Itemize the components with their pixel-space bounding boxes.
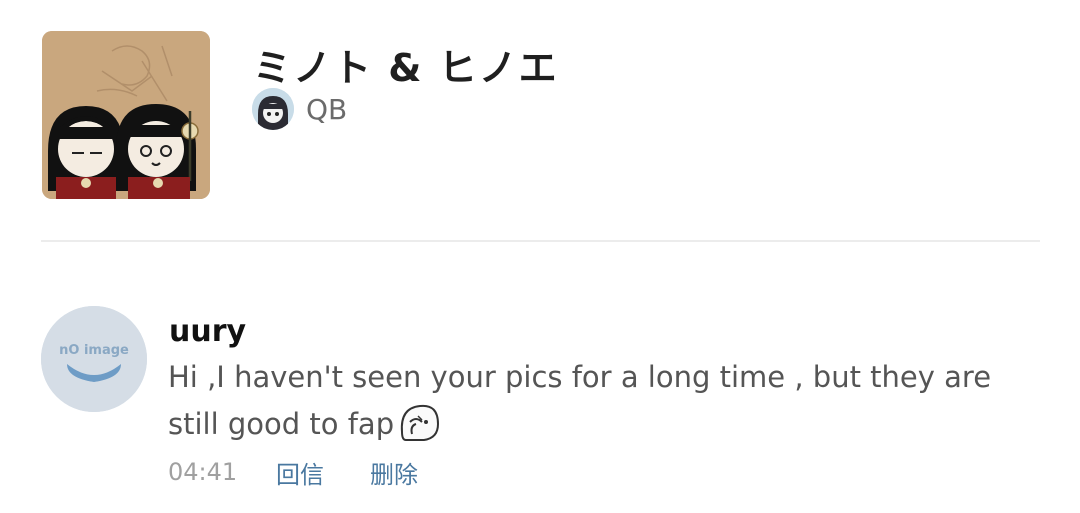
sticker-stamp-icon xyxy=(396,402,440,442)
section-divider xyxy=(41,240,1040,242)
comment-text: Hi ,I haven't seen your pics for a long … xyxy=(168,360,992,441)
delete-button[interactable]: 删除 xyxy=(370,455,418,490)
author-row[interactable]: QB xyxy=(252,88,347,130)
commenter-username[interactable]: uury xyxy=(169,314,246,349)
avatar-placeholder-text: nO imagе xyxy=(59,343,129,358)
post-title: ミノト & ヒノエ xyxy=(253,46,559,90)
comment-text-block: Hi ,I haven't seen your pics for a long … xyxy=(168,354,1008,448)
author-avatar-icon xyxy=(252,88,294,130)
author-name[interactable]: QB xyxy=(306,93,347,126)
reply-button[interactable]: 回信 xyxy=(276,455,370,490)
artwork-illustration xyxy=(42,31,210,199)
author-avatar[interactable] xyxy=(252,88,294,130)
post-header: ミノト & ヒノエ QB xyxy=(42,31,1040,199)
no-image-placeholder-icon: nO imagе xyxy=(41,306,147,412)
comment-time: 04:41 xyxy=(168,458,238,486)
comment-meta: 04:41 回信 删除 xyxy=(168,454,418,490)
artwork-thumbnail[interactable] xyxy=(42,31,210,199)
commenter-avatar[interactable]: nO imagе xyxy=(41,306,147,412)
